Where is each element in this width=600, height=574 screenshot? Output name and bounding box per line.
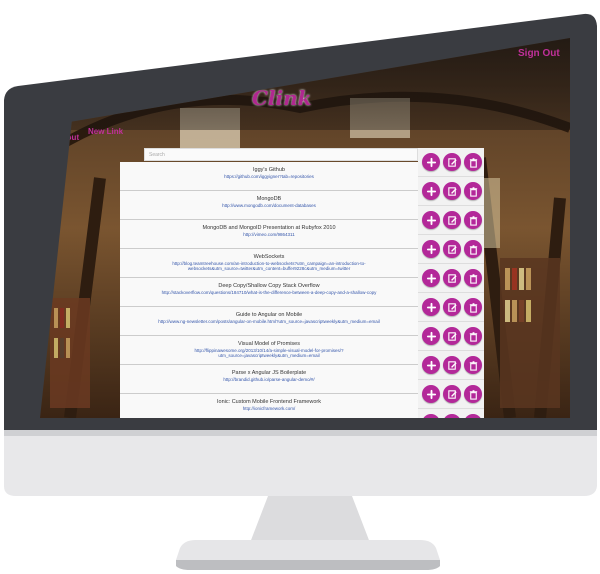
monitor-stand bbox=[176, 496, 440, 570]
